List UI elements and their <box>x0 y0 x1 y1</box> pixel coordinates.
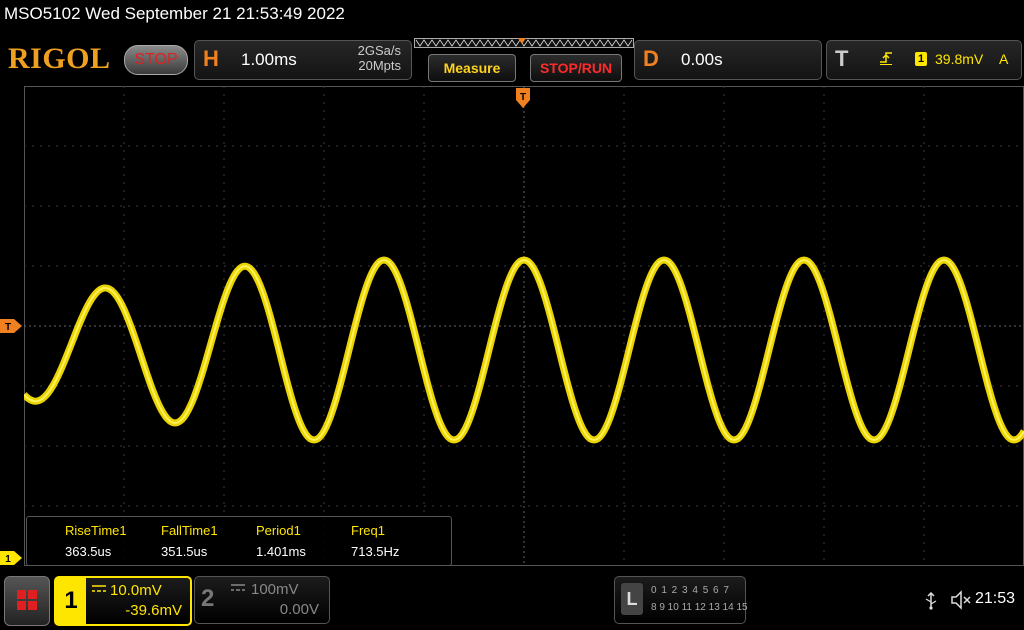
horizontal-letter: H <box>203 46 219 71</box>
delay-letter: D <box>643 46 659 71</box>
trigger-source-badge: 1 <box>915 52 927 66</box>
stop-run-button[interactable]: STOP/RUN <box>530 54 622 82</box>
grid-lines <box>24 86 1024 566</box>
measurement-value: 363.5us <box>65 544 112 559</box>
dc-coupling-icon <box>92 585 106 592</box>
memory-depth: 20Mpts <box>358 58 401 73</box>
measurement-value: 713.5Hz <box>351 544 400 559</box>
channel2-panel[interactable]: 2 100mV 0.00V <box>194 576 330 624</box>
logic-analyzer-panel[interactable]: L 0 1 2 3 4 5 6 7 8 9 10 11 12 13 14 15 <box>614 576 748 624</box>
trigger-position-marker[interactable]: T <box>516 88 530 110</box>
measurement-panel[interactable]: RiseTime1 363.5us FallTime1 351.5us Peri… <box>26 516 452 566</box>
trigger-level-label: T <box>5 322 11 333</box>
measurement-name: Freq1 <box>351 523 385 538</box>
run-state-badge[interactable]: STOP <box>124 45 188 75</box>
measurement-item[interactable]: Freq1 713.5Hz <box>351 523 399 559</box>
channel1-panel[interactable]: 1 10.0mV -39.6mV <box>54 576 192 626</box>
logic-channels-row2: 8 9 10 11 12 13 14 15 <box>651 602 748 613</box>
timebase-value: 1.00ms <box>241 50 297 69</box>
acquisition-info: 2GSa/s 20Mpts <box>358 43 401 73</box>
channel1-number: 1 <box>56 578 86 624</box>
trigger-panel[interactable]: T 1 39.8mV A <box>826 40 1022 80</box>
trigger-letter: T <box>835 46 849 71</box>
trigger-level: 39.8mV <box>935 51 984 67</box>
trigger-level-marker[interactable]: T <box>0 319 22 333</box>
sample-rate: 2GSa/s <box>357 43 401 58</box>
status-line: MSO5102 Wed September 21 21:53:49 2022 <box>4 4 345 23</box>
speaker-muted-icon[interactable] <box>950 590 972 610</box>
measurement-name: Period1 <box>256 523 301 538</box>
channel2-number: 2 <box>201 585 215 612</box>
channel1-offset: -39.6mV <box>125 602 182 619</box>
main-menu-button[interactable] <box>4 576 50 626</box>
trigger-edge-icon <box>880 52 892 65</box>
channel1-marker-label: 1 <box>5 554 11 565</box>
trigger-mode: A <box>999 51 1009 67</box>
measurement-item[interactable]: RiseTime1 363.5us <box>65 523 127 559</box>
measurement-item[interactable]: Period1 1.401ms <box>256 523 306 559</box>
dc-coupling-icon <box>231 584 245 591</box>
measurement-item[interactable]: FallTime1 351.5us <box>161 523 218 559</box>
measurement-name: FallTime1 <box>161 523 218 538</box>
measure-button[interactable]: Measure <box>428 54 516 82</box>
horizontal-panel[interactable]: H 1.00ms 2GSa/s 20Mpts <box>194 40 412 80</box>
measurement-value: 1.401ms <box>256 544 306 559</box>
channel2-offset: 0.00V <box>279 601 319 618</box>
delay-panel[interactable]: D 0.00s <box>634 40 822 80</box>
measurement-value: 351.5us <box>161 544 208 559</box>
waveform-grid[interactable] <box>24 86 1024 566</box>
clock: 21:53 <box>975 590 1016 607</box>
logic-analyzer-letter: L <box>621 583 643 615</box>
memory-position-bar <box>414 38 634 48</box>
delay-value: 0.00s <box>681 50 723 69</box>
channel1-scale: 10.0mV <box>110 582 162 599</box>
brand-logo: RIGOL <box>8 42 111 75</box>
menu-icon <box>17 590 37 610</box>
channel1-offset-marker[interactable]: 1 <box>0 551 22 565</box>
usb-icon <box>925 592 937 610</box>
trigger-position-label: T <box>520 92 526 103</box>
channel2-scale: 100mV <box>251 581 299 598</box>
measurement-name: RiseTime1 <box>65 523 127 538</box>
logic-channels-row1: 0 1 2 3 4 5 6 7 <box>651 585 730 596</box>
